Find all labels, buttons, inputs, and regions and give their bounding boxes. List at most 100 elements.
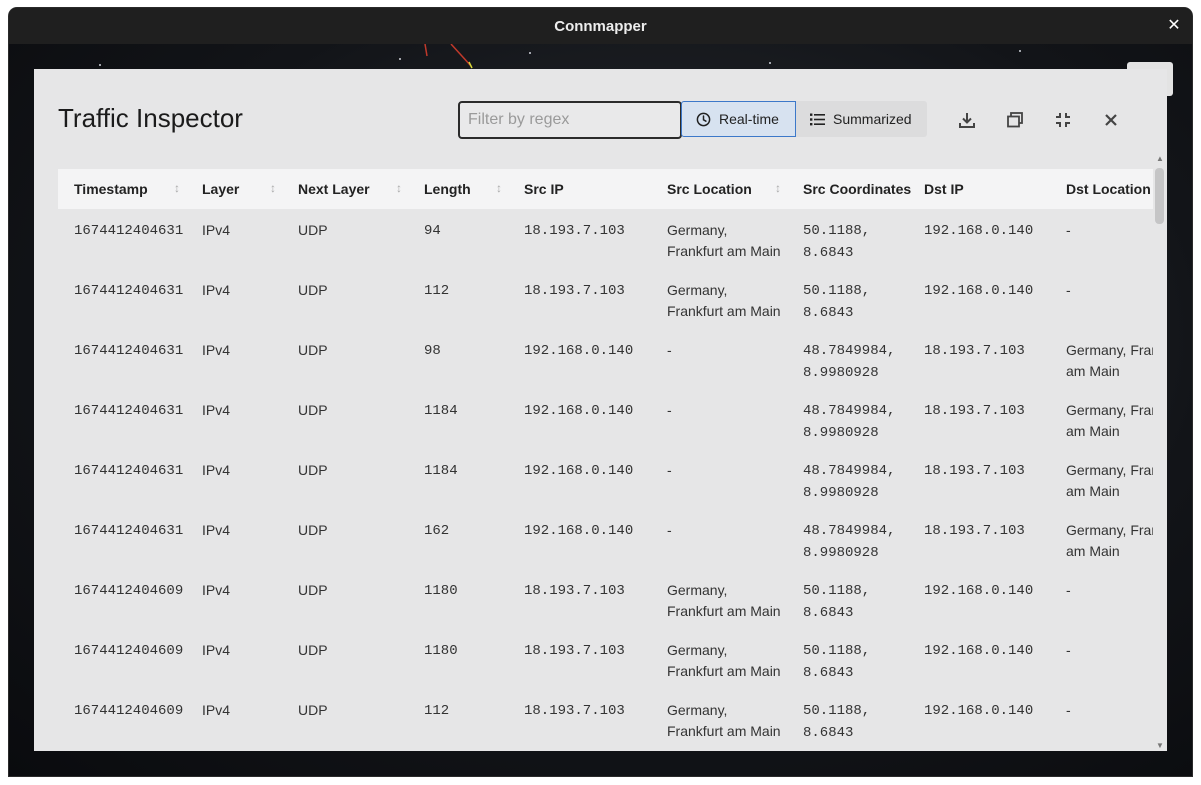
app-window: Connmapper ✕ Traffic Inspector Real-time	[9, 8, 1192, 776]
cell-src-ip: 18.193.7.103	[524, 703, 625, 719]
sort-icon: ↕	[496, 181, 502, 195]
cell-length: 1180	[424, 583, 458, 599]
table-row[interactable]: 1674412404631 IPv4 UDP 94 18.193.7.103 German…	[58, 209, 1153, 269]
cell-dst-location: -	[1066, 702, 1071, 718]
cell-src-ip: 192.168.0.140	[524, 403, 634, 419]
collapse-button[interactable]	[1050, 107, 1076, 133]
cell-dst-ip: 192.168.0.140	[924, 283, 1034, 299]
summarized-mode-label: Summarized	[833, 111, 912, 127]
cell-next-layer: UDP	[298, 222, 328, 238]
column-header-label: Src Coordinates	[803, 181, 912, 197]
window-close-icon[interactable]: ✕	[1164, 16, 1184, 36]
column-header-dst-location[interactable]: Dst Location	[1050, 169, 1153, 209]
cell-next-layer: UDP	[298, 462, 328, 478]
table-row[interactable]: 1674412404631 IPv4 UDP 162 192.168.0.140 - 48.…	[58, 509, 1153, 569]
star-dot	[1019, 50, 1021, 52]
cell-dst-location: -	[1066, 282, 1071, 298]
cell-layer: IPv4	[202, 462, 231, 478]
cell-dst-ip: 192.168.0.140	[924, 223, 1034, 239]
cell-src-location: Germany, Frankfurt am Main	[667, 642, 781, 679]
star-dot	[99, 64, 101, 66]
cell-dst-location: -	[1066, 642, 1071, 658]
window-restore-button[interactable]	[1002, 107, 1028, 133]
download-button[interactable]	[954, 107, 980, 133]
cell-src-coordinates: 48.7849984, 8.9980928	[803, 403, 896, 441]
scrollbar-thumb[interactable]	[1155, 168, 1164, 224]
sort-icon: ↕	[270, 181, 276, 195]
cell-length: 94	[424, 223, 441, 239]
cell-src-ip: 18.193.7.103	[524, 643, 625, 659]
cell-src-coordinates: 48.7849984, 8.9980928	[803, 463, 896, 501]
column-header-label: Layer	[202, 181, 240, 197]
column-header-src-coordinates[interactable]: Src Coordinates	[787, 169, 912, 209]
realtime-mode-button[interactable]: Real-time	[681, 101, 796, 137]
traffic-inspector-panel: Traffic Inspector Real-time Summarized	[34, 69, 1167, 751]
regex-filter-input[interactable]	[458, 101, 682, 139]
column-header-label: Dst Location	[1066, 181, 1151, 197]
table-row[interactable]: 1674412404631 IPv4 UDP 98 192.168.0.140 - 48.7…	[58, 329, 1153, 389]
close-panel-button[interactable]	[1098, 107, 1124, 133]
cell-dst-location: Germany, Frankfurt am Main	[1066, 462, 1153, 499]
star-dot	[399, 58, 401, 60]
cell-dst-ip: 18.193.7.103	[924, 403, 1025, 419]
cell-length: 112	[424, 703, 450, 719]
cell-timestamp: 1674412404631	[74, 343, 184, 359]
cell-src-coordinates: 50.1188, 8.6843	[803, 283, 871, 321]
cell-layer: IPv4	[202, 222, 231, 238]
cell-src-ip: 18.193.7.103	[524, 283, 625, 299]
window-titlebar[interactable]: Connmapper ✕	[9, 8, 1192, 44]
column-header-next-layer[interactable]: Next Layer ↕	[282, 169, 408, 209]
scroll-down-arrow-icon[interactable]: ▼	[1155, 741, 1165, 751]
cell-src-location: Germany, Frankfurt am Main	[667, 702, 781, 739]
cell-dst-location: -	[1066, 582, 1071, 598]
window-restore-icon	[1007, 112, 1023, 128]
column-header-label: Next Layer	[298, 181, 370, 197]
column-header-dst-ip[interactable]: Dst IP	[908, 169, 1050, 209]
sort-icon: ↕	[775, 181, 781, 195]
cell-src-location: -	[667, 402, 672, 418]
summarized-mode-button[interactable]: Summarized	[796, 101, 927, 137]
column-header-src-ip[interactable]: Src IP	[508, 169, 651, 209]
cell-dst-ip: 192.168.0.140	[924, 583, 1034, 599]
column-header-timestamp[interactable]: Timestamp ↕	[58, 169, 186, 209]
table-row[interactable]: 1674412404609 IPv4 UDP 112 18.193.7.103 Germa…	[58, 689, 1153, 749]
cell-src-ip: 192.168.0.140	[524, 523, 634, 539]
scroll-up-arrow-icon[interactable]: ▲	[1155, 154, 1165, 164]
column-header-layer[interactable]: Layer ↕	[186, 169, 282, 209]
cell-src-location: Germany, Frankfurt am Main	[667, 222, 781, 259]
table-row[interactable]: 1674412404631 IPv4 UDP 1184 192.168.0.140 - 48…	[58, 449, 1153, 509]
cell-next-layer: UDP	[298, 342, 328, 358]
table-row[interactable]: 1674412404609 IPv4 UDP 1180 18.193.7.103 Germ…	[58, 569, 1153, 629]
cell-timestamp: 1674412404631	[74, 463, 184, 479]
cell-dst-location: Germany, Frankfurt am Main	[1066, 402, 1153, 439]
cell-src-ip: 18.193.7.103	[524, 583, 625, 599]
column-header-label: Dst IP	[924, 181, 964, 197]
cell-src-coordinates: 50.1188, 8.6843	[803, 703, 871, 741]
cell-layer: IPv4	[202, 282, 231, 298]
table-row[interactable]: 1674412404609 IPv4 UDP 1180 18.193.7.103 Germ…	[58, 629, 1153, 689]
cell-dst-ip: 192.168.0.140	[924, 643, 1034, 659]
cell-src-ip: 192.168.0.140	[524, 463, 634, 479]
cell-timestamp: 1674412404631	[74, 283, 184, 299]
table-row[interactable]: 1674412404631 IPv4 UDP 112 18.193.7.103 Germa…	[58, 269, 1153, 329]
cell-dst-ip: 18.193.7.103	[924, 463, 1025, 479]
traffic-table-container[interactable]: Timestamp ↕ Layer ↕ Next Layer ↕ Length ↕ Sr…	[58, 169, 1153, 751]
cell-next-layer: UDP	[298, 642, 328, 658]
cell-src-ip: 18.193.7.103	[524, 223, 625, 239]
column-header-label: Timestamp	[74, 181, 148, 197]
cell-timestamp: 1674412404631	[74, 223, 184, 239]
cell-next-layer: UDP	[298, 282, 328, 298]
cell-src-ip: 192.168.0.140	[524, 343, 634, 359]
cell-length: 162	[424, 523, 450, 539]
star-dot	[529, 52, 531, 54]
table-row[interactable]: 1674412404631 IPv4 UDP 1184 192.168.0.140 - 48…	[58, 389, 1153, 449]
cell-next-layer: UDP	[298, 582, 328, 598]
clock-icon	[696, 112, 711, 126]
cell-src-coordinates: 50.1188, 8.6843	[803, 583, 871, 621]
cell-src-coordinates: 48.7849984, 8.9980928	[803, 343, 896, 381]
column-header-src-location[interactable]: Src Location ↕	[651, 169, 787, 209]
cell-layer: IPv4	[202, 522, 231, 538]
vertical-scrollbar[interactable]: ▲ ▼	[1153, 154, 1167, 751]
column-header-length[interactable]: Length ↕	[408, 169, 508, 209]
column-header-label: Src Location	[667, 181, 752, 197]
